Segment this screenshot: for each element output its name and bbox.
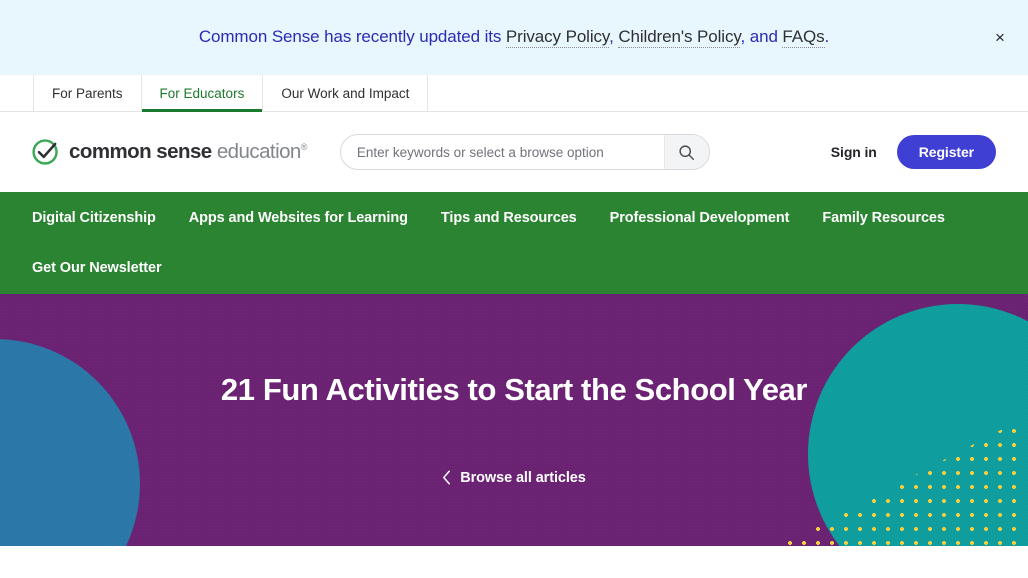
faqs-link[interactable]: FAQs [782,27,825,49]
alert-lead-text: Common Sense has recently updated its [198,27,506,47]
alert-message: Common Sense has recently updated its Pr… [198,26,830,49]
hero-banner: 21 Fun Activities to Start the School Ye… [0,294,1028,546]
close-icon[interactable]: × [986,24,1014,52]
site-logo[interactable]: common sense education® [31,137,307,167]
tab-for-parents[interactable]: For Parents [33,75,142,111]
check-circle-icon [32,139,58,165]
tab-label: For Educators [159,85,245,101]
browse-all-articles-label: Browse all articles [460,469,586,486]
chevron-left-icon [443,470,451,485]
nav-item-digital-citizenship[interactable]: Digital Citizenship [32,210,156,226]
header-actions: Sign in Register [831,135,996,169]
nav-row-secondary: Get Our Newsletter [32,243,996,293]
nav-item-get-our-newsletter[interactable]: Get Our Newsletter [32,260,162,276]
alert-period: . [824,27,830,47]
nav-row-primary: Digital Citizenship Apps and Websites fo… [32,193,996,243]
primary-navigation: Digital Citizenship Apps and Websites fo… [0,192,1028,294]
alert-separator-1: , [609,27,619,47]
tab-for-educators[interactable]: For Educators [140,75,264,112]
site-header: common sense education® Sign in Register [0,112,1028,192]
search-bar[interactable] [339,134,710,170]
tab-our-work-and-impact[interactable]: Our Work and Impact [262,75,429,111]
alert-separator-2: , [740,27,750,47]
page-title: 21 Fun Activities to Start the School Ye… [220,372,808,407]
browse-all-articles-link[interactable]: Browse all articles [442,469,586,486]
site-alert-banner: Common Sense has recently updated its Pr… [0,0,1028,75]
sign-in-link[interactable]: Sign in [831,144,877,160]
page-body-below-hero [0,546,1028,578]
tab-label: Our Work and Impact [281,85,410,101]
tab-label: For Parents [52,85,123,101]
childrens-policy-link[interactable]: Children's Policy [618,27,741,49]
logo-wordmark: common sense education® [69,139,308,163]
privacy-policy-link[interactable]: Privacy Policy [505,27,609,49]
alert-and-text: and [749,27,783,47]
logo-bold-text: common sense [69,139,212,163]
audience-tabs: For Parents For Educators Our Work and I… [0,75,1028,112]
nav-item-apps-and-websites-for-learning[interactable]: Apps and Websites for Learning [189,210,408,226]
search-input[interactable] [340,135,664,169]
logo-light-text: education [216,139,302,163]
nav-item-tips-and-resources[interactable]: Tips and Resources [441,210,577,226]
register-button[interactable]: Register [896,135,996,169]
search-submit-button[interactable] [663,135,709,169]
nav-item-professional-development[interactable]: Professional Development [610,210,790,226]
logo-registered-mark: ® [300,141,308,152]
search-icon [679,144,695,160]
hero-content: 21 Fun Activities to Start the School Ye… [0,294,1028,546]
nav-item-family-resources[interactable]: Family Resources [822,210,945,226]
